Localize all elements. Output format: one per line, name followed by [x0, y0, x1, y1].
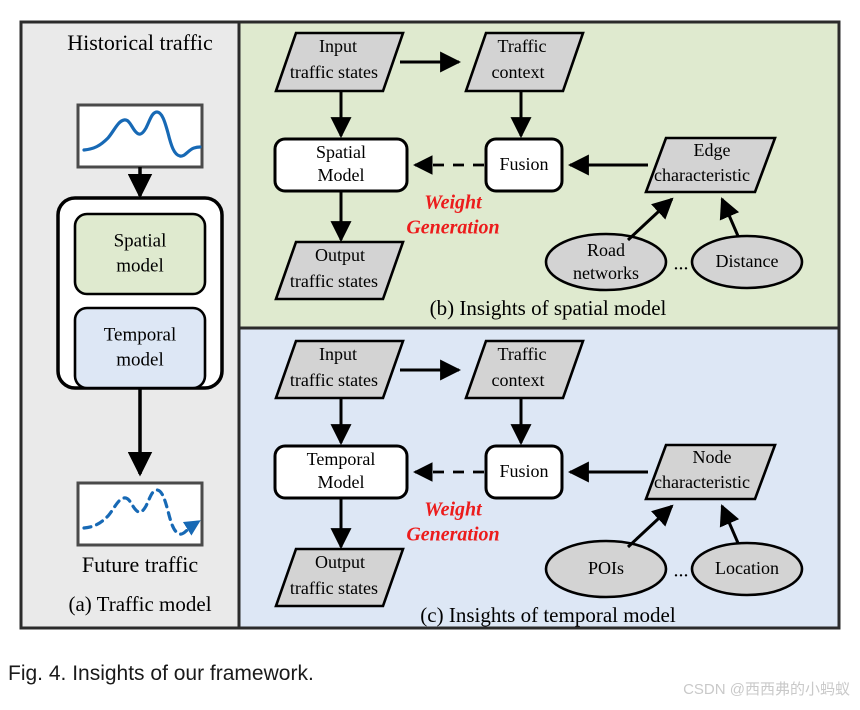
panel-b-output-node[interactable]: Output traffic states — [274, 240, 405, 301]
panel-b-input-node[interactable]: Input traffic states — [274, 31, 405, 93]
panel-c-input-label-line2: traffic states — [290, 370, 378, 390]
panel-c-source-ellipsis: ... — [674, 560, 689, 582]
panel-c-fusion-label: Fusion — [499, 461, 548, 481]
temporal-model-label-line1: Temporal — [104, 324, 177, 345]
panel-c-context-label-line1: Traffic — [498, 344, 547, 364]
panel-b-model-label-line2: Model — [318, 165, 365, 185]
panel-c-input-node[interactable]: Input traffic states — [274, 339, 405, 400]
temporal-model-box[interactable]: Temporal model — [73, 306, 207, 390]
panel-c-characteristic-label-line1: Node — [693, 447, 732, 467]
spatial-model-label-line2: model — [116, 255, 164, 276]
panel-c-model-label-line1: Temporal — [307, 449, 376, 469]
panel-c-output-label-line2: traffic states — [290, 578, 378, 598]
panel-b-input-label-line1: Input — [319, 36, 357, 56]
spatial-model-box[interactable]: Spatial model — [73, 212, 207, 296]
panel-b-weight-label-line2: Generation — [406, 217, 499, 239]
panel-c-source-right-node[interactable]: Location — [690, 541, 804, 597]
spatial-model-label-line1: Spatial — [114, 230, 167, 251]
panel-b-model-node[interactable]: Spatial Model — [273, 137, 409, 193]
panel-b-source-left-label-line2: networks — [573, 263, 639, 283]
future-traffic-label: Future traffic — [82, 552, 199, 577]
panel-b-fusion-node[interactable]: Fusion — [484, 137, 564, 193]
panel-b-source-right-node[interactable]: Distance — [690, 234, 804, 290]
panel-b-source-left-node[interactable]: Road networks — [544, 232, 668, 292]
panel-c-caption: (c) Insights of temporal model — [420, 603, 676, 627]
panel-b-output-label-line1: Output — [315, 245, 365, 265]
panel-c-model-label-line2: Model — [318, 472, 365, 492]
panel-b-output-label-line2: traffic states — [290, 271, 378, 291]
panel-c-characteristic-node[interactable]: Node characteristic — [644, 443, 777, 501]
panel-c-model-node[interactable]: Temporal Model — [273, 444, 409, 500]
panel-b-fusion-label: Fusion — [499, 154, 548, 174]
panel-c-characteristic-label-line2: characteristic — [654, 472, 750, 492]
panel-b-source-ellipsis: ... — [674, 253, 689, 275]
panel-b-model-label-line1: Spatial — [316, 142, 366, 162]
panel-c-output-label-line1: Output — [315, 552, 365, 572]
panel-c-weight-label-line1: Weight — [424, 499, 483, 521]
panel-c-weight-label-line2: Generation — [406, 524, 499, 546]
panel-b-context-label-line1: Traffic — [498, 36, 547, 56]
panel-b-source-right-label: Distance — [716, 251, 779, 271]
panel-c-context-node[interactable]: Traffic context — [464, 339, 585, 400]
panel-c-source-left-node[interactable]: POIs — [544, 539, 668, 599]
panel-b-source-left-label-line1: Road — [587, 240, 625, 260]
figure-container: Historical traffic Spatial model Tempora… — [0, 0, 860, 710]
panel-b-weight-label-line1: Weight — [424, 192, 483, 214]
panel-c-output-node[interactable]: Output traffic states — [274, 547, 405, 608]
framework-diagram: Historical traffic Spatial model Tempora… — [19, 20, 841, 630]
panel-a-caption: (a) Traffic model — [68, 592, 211, 616]
panel-b-characteristic-node[interactable]: Edge characteristic — [644, 136, 777, 194]
panel-b-characteristic-label-line1: Edge — [694, 140, 731, 160]
panel-b-context-label-line2: context — [492, 62, 545, 82]
panel-b-caption: (b) Insights of spatial model — [430, 296, 667, 320]
panel-b-context-node[interactable]: Traffic context — [464, 31, 585, 93]
panel-c-fusion-node[interactable]: Fusion — [484, 444, 564, 500]
figure-caption: Fig. 4. Insights of our framework. — [8, 662, 314, 685]
historical-traffic-chart — [76, 103, 204, 169]
panel-c-input-label-line1: Input — [319, 344, 357, 364]
panel-c-context-label-line2: context — [492, 370, 545, 390]
future-traffic-chart — [76, 481, 204, 547]
panel-b-characteristic-label-line2: characteristic — [654, 165, 750, 185]
csdn-watermark: CSDN @西西弗的小蚂蚁 — [683, 681, 850, 698]
panel-c-source-right-label: Location — [715, 558, 779, 578]
historical-traffic-label: Historical traffic — [67, 30, 213, 55]
panel-c-source-left-label: POIs — [588, 558, 624, 578]
panel-b-input-label-line2: traffic states — [290, 62, 378, 82]
temporal-model-label-line2: model — [116, 349, 164, 370]
